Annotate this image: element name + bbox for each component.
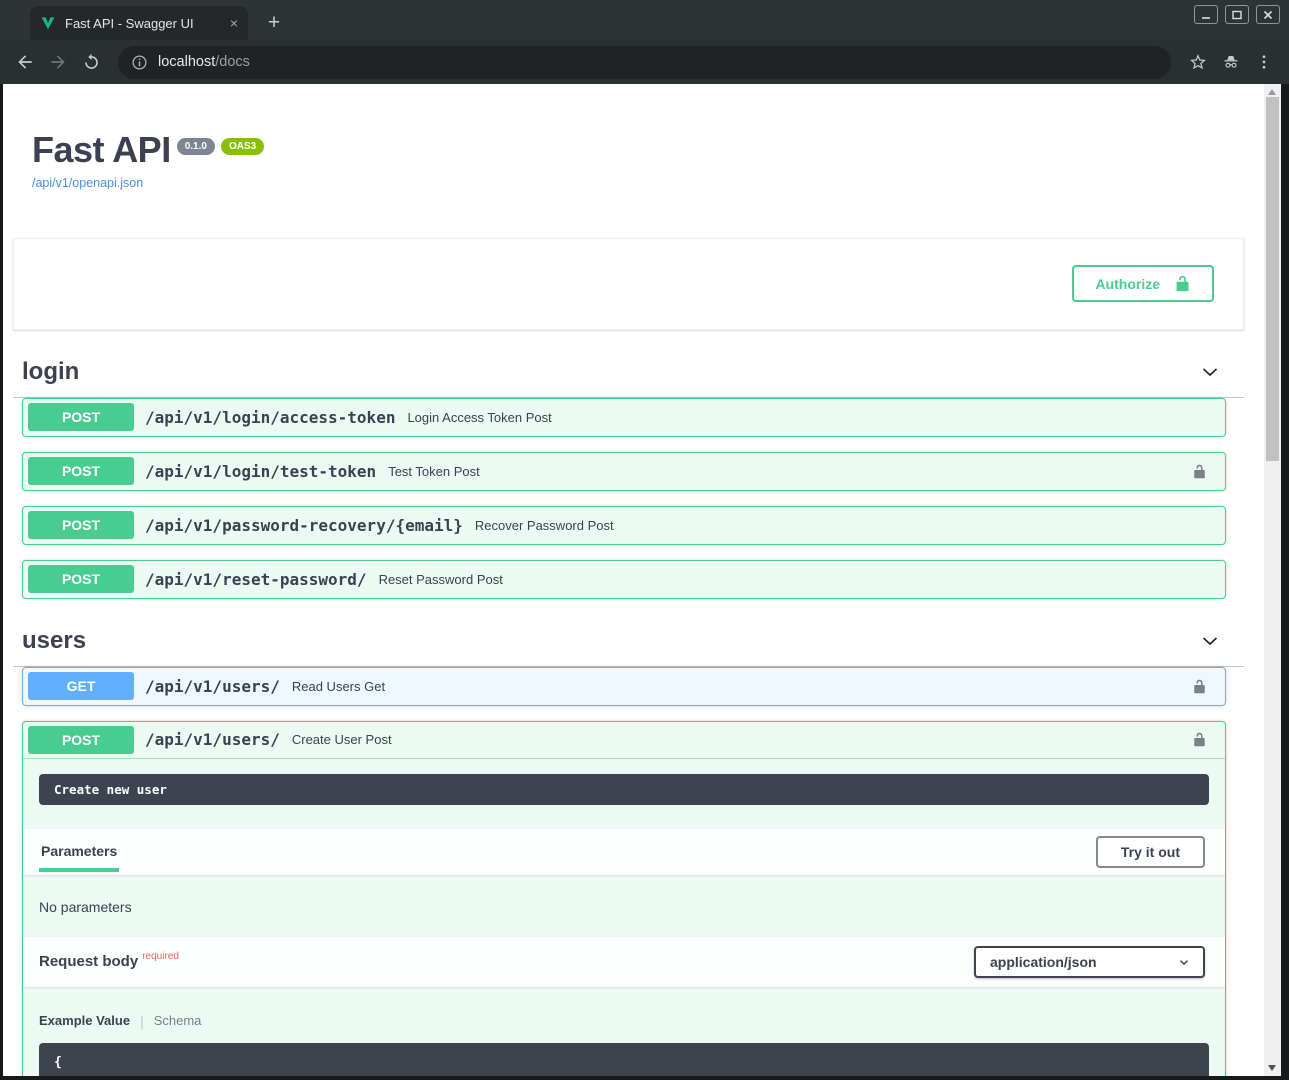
chevron-down-icon[interactable] — [1200, 631, 1220, 651]
method-badge: POST — [28, 511, 134, 539]
unlocked-padlock-icon — [1174, 274, 1191, 293]
fastapi-favicon-icon — [40, 15, 56, 31]
operation-row[interactable]: GET /api/v1/users/ Read Users Get — [22, 667, 1226, 706]
chevron-down-icon — [1177, 955, 1191, 969]
operation-path: /api/v1/login/access-token — [145, 408, 395, 427]
maximize-button[interactable] — [1225, 5, 1249, 24]
operation-row-expanded: POST /api/v1/users/ Create User Post Cre… — [22, 721, 1226, 1076]
operation-summary-row[interactable]: POST /api/v1/users/ Create User Post — [23, 722, 1225, 759]
back-icon[interactable] — [13, 50, 37, 74]
operation-row[interactable]: POST /api/v1/login/access-token Login Ac… — [22, 398, 1226, 437]
operation-row[interactable]: POST /api/v1/password-recovery/{email} R… — [22, 506, 1226, 545]
auth-lock-icon[interactable] — [1192, 731, 1207, 748]
forward-icon[interactable] — [46, 50, 70, 74]
method-badge: GET — [28, 672, 134, 700]
method-badge: POST — [28, 403, 134, 431]
tag-title: login — [22, 358, 79, 386]
operation-summary: Create User Post — [292, 732, 392, 747]
operation-path: /api/v1/login/test-token — [145, 462, 376, 481]
browser-window: Fast API - Swagger UI × + — [0, 0, 1289, 1080]
scroll-thumb[interactable] — [1266, 97, 1279, 461]
auth-lock-icon[interactable] — [1192, 463, 1207, 480]
request-body-header: Request bodyrequired application/json — [23, 937, 1225, 987]
operation-path: /api/v1/users/ — [145, 677, 280, 696]
bookmark-star-icon[interactable] — [1186, 50, 1210, 74]
tag-title: users — [22, 627, 86, 655]
operation-path: /api/v1/password-recovery/{email} — [145, 516, 463, 535]
operation-path: /api/v1/users/ — [145, 730, 280, 749]
menu-dots-icon[interactable] — [1252, 50, 1276, 74]
api-info: Fast API 0.1.0 OAS3 /api/v1/openapi.json — [32, 130, 1244, 192]
operation-summary: Login Access Token Post — [407, 410, 551, 425]
tab-parameters[interactable]: Parameters — [39, 831, 119, 872]
operation-description: Create new user — [39, 774, 1209, 805]
tab-title: Fast API - Swagger UI — [65, 16, 221, 31]
operation-summary: Read Users Get — [292, 679, 385, 694]
request-body-title: Request bodyrequired — [39, 953, 179, 970]
model-example: Example Value | Schema { — [23, 987, 1225, 1076]
authorize-button[interactable]: Authorize — [1072, 265, 1214, 302]
minimize-button[interactable] — [1194, 5, 1218, 24]
operation-path: /api/v1/reset-password/ — [145, 570, 367, 589]
required-flag: required — [142, 951, 179, 962]
oas3-badge: OAS3 — [221, 138, 264, 155]
address-bar[interactable]: localhost/docs — [118, 46, 1171, 79]
parameters-header: Parameters Try it out — [23, 829, 1225, 875]
operation-body: Create new user Parameters Try it out No… — [23, 774, 1225, 1076]
openapi-spec-link[interactable]: /api/v1/openapi.json — [32, 176, 143, 190]
scheme-container: Authorize — [13, 238, 1244, 330]
page-content: Fast API 0.1.0 OAS3 /api/v1/openapi.json… — [3, 84, 1281, 1076]
browser-toolbar: localhost/docs — [0, 40, 1289, 84]
page-title: Fast API — [32, 130, 171, 170]
url-text: localhost/docs — [158, 54, 250, 70]
scroll-down-arrow[interactable] — [1268, 1065, 1276, 1071]
method-badge: POST — [28, 565, 134, 593]
url-host: localhost — [158, 54, 215, 70]
scrollbar[interactable] — [1264, 84, 1281, 1076]
site-info-icon[interactable] — [131, 54, 148, 71]
try-it-out-button[interactable]: Try it out — [1096, 836, 1205, 868]
operation-summary: Test Token Post — [388, 464, 480, 479]
method-badge: POST — [28, 726, 134, 754]
incognito-icon — [1219, 50, 1243, 74]
titlebar: Fast API - Swagger UI × + — [0, 0, 1289, 40]
tab-schema[interactable]: Schema — [154, 1013, 202, 1028]
method-badge: POST — [28, 457, 134, 485]
tab-separator: | — [140, 1013, 144, 1029]
operation-row[interactable]: POST /api/v1/login/test-token Test Token… — [22, 452, 1226, 491]
tab-close-icon[interactable]: × — [230, 16, 238, 30]
authorize-label: Authorize — [1095, 276, 1160, 292]
operation-row[interactable]: POST /api/v1/reset-password/ Reset Passw… — [22, 560, 1226, 599]
content-type-select[interactable]: application/json — [974, 946, 1205, 978]
example-code-block: { — [39, 1043, 1209, 1076]
browser-tab[interactable]: Fast API - Swagger UI × — [30, 6, 248, 40]
url-path: /docs — [215, 54, 250, 70]
auth-lock-icon[interactable] — [1192, 678, 1207, 695]
content-type-value: application/json — [990, 954, 1097, 970]
operation-summary: Reset Password Post — [379, 572, 503, 587]
scroll-up-arrow[interactable] — [1268, 89, 1276, 95]
close-window-button[interactable] — [1256, 5, 1280, 24]
version-badge: 0.1.0 — [177, 138, 215, 155]
tab-example-value[interactable]: Example Value — [39, 1013, 130, 1028]
operation-summary: Recover Password Post — [475, 518, 614, 533]
reload-icon[interactable] — [79, 50, 103, 74]
new-tab-button[interactable]: + — [262, 13, 286, 33]
no-parameters-text: No parameters — [23, 875, 1225, 937]
window-controls — [1194, 5, 1280, 24]
tag-header-users[interactable]: users — [13, 617, 1244, 667]
tag-header-login[interactable]: login — [13, 348, 1244, 398]
chevron-down-icon[interactable] — [1200, 362, 1220, 382]
